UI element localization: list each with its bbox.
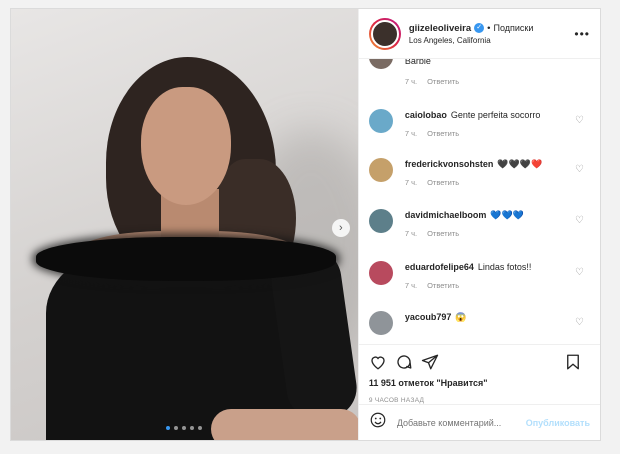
carousel-dot <box>174 426 179 430</box>
like-comment-icon[interactable]: ♡ <box>575 164 584 175</box>
carousel-dot <box>190 426 195 430</box>
heart-icon[interactable] <box>369 353 387 371</box>
comment-username[interactable]: yacoub797 <box>405 312 452 322</box>
comment-input[interactable] <box>396 417 526 428</box>
add-comment-bar: Опубликовать <box>358 404 600 440</box>
share-icon[interactable] <box>421 353 439 371</box>
comments-list[interactable]: Barbie 7 ч. Ответить caiolobao Gente perfe… <box>359 59 600 344</box>
location-link[interactable]: Los Angeles, California <box>409 36 534 45</box>
comment-item: davidmichaelboom 💙💙💙 7 ч. Ответить ♡ <box>368 209 590 240</box>
comment-avatar[interactable] <box>368 59 393 69</box>
bookmark-icon[interactable] <box>564 353 582 371</box>
comment-avatar[interactable] <box>368 209 393 233</box>
comment-text: 😱 <box>455 312 467 322</box>
carousel-dot <box>166 426 171 430</box>
comment-avatar[interactable] <box>368 261 393 285</box>
like-comment-icon[interactable]: ♡ <box>575 215 584 226</box>
comment-text: 💙💙💙 <box>490 210 524 220</box>
post-modal: › giizeleoliveira ✓ • Подписки Los Angel… <box>10 8 601 441</box>
following-button[interactable]: Подписки <box>493 23 533 33</box>
carousel-dot <box>198 426 203 430</box>
reply-button[interactable]: Ответить <box>427 229 459 238</box>
next-photo-button[interactable]: › <box>331 219 350 237</box>
comment-avatar[interactable] <box>368 158 393 182</box>
like-comment-icon[interactable]: ♡ <box>575 115 584 126</box>
username-link[interactable]: giizeleoliveira <box>409 23 471 34</box>
comment-item: Barbie 7 ч. Ответить <box>368 59 590 88</box>
comment-username[interactable]: eduardofelipe64 <box>405 262 474 272</box>
comment-time: 7 ч. <box>404 178 418 187</box>
reply-button[interactable]: Ответить <box>427 129 459 138</box>
comment-icon[interactable] <box>395 353 413 371</box>
comment-item: frederickvonsohsten 🖤🖤🖤❤️ 7 ч. Ответить ♡ <box>368 158 590 189</box>
avatar <box>370 19 399 48</box>
comment-avatar[interactable] <box>368 311 393 335</box>
reply-button[interactable]: Ответить <box>427 178 459 187</box>
comment-text: Barbie <box>404 59 431 66</box>
story-ring[interactable] <box>368 17 401 50</box>
post-header: giizeleoliveira ✓ • Подписки Los Angeles… <box>358 9 600 59</box>
comment-item: caiolobao Gente perfeita socorro 7 ч. Отве… <box>368 109 590 140</box>
post-side-panel: giizeleoliveira ✓ • Подписки Los Angeles… <box>357 9 600 440</box>
comment-username[interactable]: frederickvonsohsten <box>405 159 494 169</box>
like-comment-icon[interactable]: ♡ <box>575 267 584 278</box>
verified-icon: ✓ <box>474 23 485 33</box>
carousel-dots <box>11 426 358 430</box>
comment-item: yacoub797 😱 ♡ <box>368 311 590 335</box>
more-options-icon[interactable]: ••• <box>574 27 590 41</box>
separator-dot: • <box>487 22 491 34</box>
likes-count[interactable]: 11 951 отметок "Нравится" <box>359 378 600 388</box>
comment-time: 7 ч. <box>404 77 418 86</box>
comment-text: 🖤🖤🖤❤️ <box>497 159 543 169</box>
action-bar <box>358 344 600 378</box>
post-photo[interactable]: › <box>11 9 358 440</box>
comment-username[interactable]: davidmichaelboom <box>405 210 487 220</box>
comment-time: 7 ч. <box>404 129 418 138</box>
comment-text: Gente perfeita socorro <box>450 110 541 120</box>
comment-time: 7 ч. <box>404 281 418 290</box>
comment-time: 7 ч. <box>404 229 418 238</box>
comment-item: eduardofelipe64 Lindas fotos!! 7 ч. Ответи… <box>368 261 590 292</box>
carousel-dot <box>182 426 187 430</box>
publish-button[interactable]: Опубликовать <box>526 418 590 428</box>
reply-button[interactable]: Ответить <box>427 77 459 86</box>
emoji-icon[interactable] <box>369 411 387 434</box>
comment-avatar[interactable] <box>368 109 393 133</box>
reply-button[interactable]: Ответить <box>427 281 459 290</box>
post-timestamp: 9 ЧАСОВ НАЗАД <box>368 397 425 404</box>
like-comment-icon[interactable]: ♡ <box>575 317 584 328</box>
chevron-right-icon: › <box>338 222 343 234</box>
comment-username[interactable]: caiolobao <box>405 110 447 120</box>
comment-text: Lindas fotos!! <box>477 262 532 272</box>
